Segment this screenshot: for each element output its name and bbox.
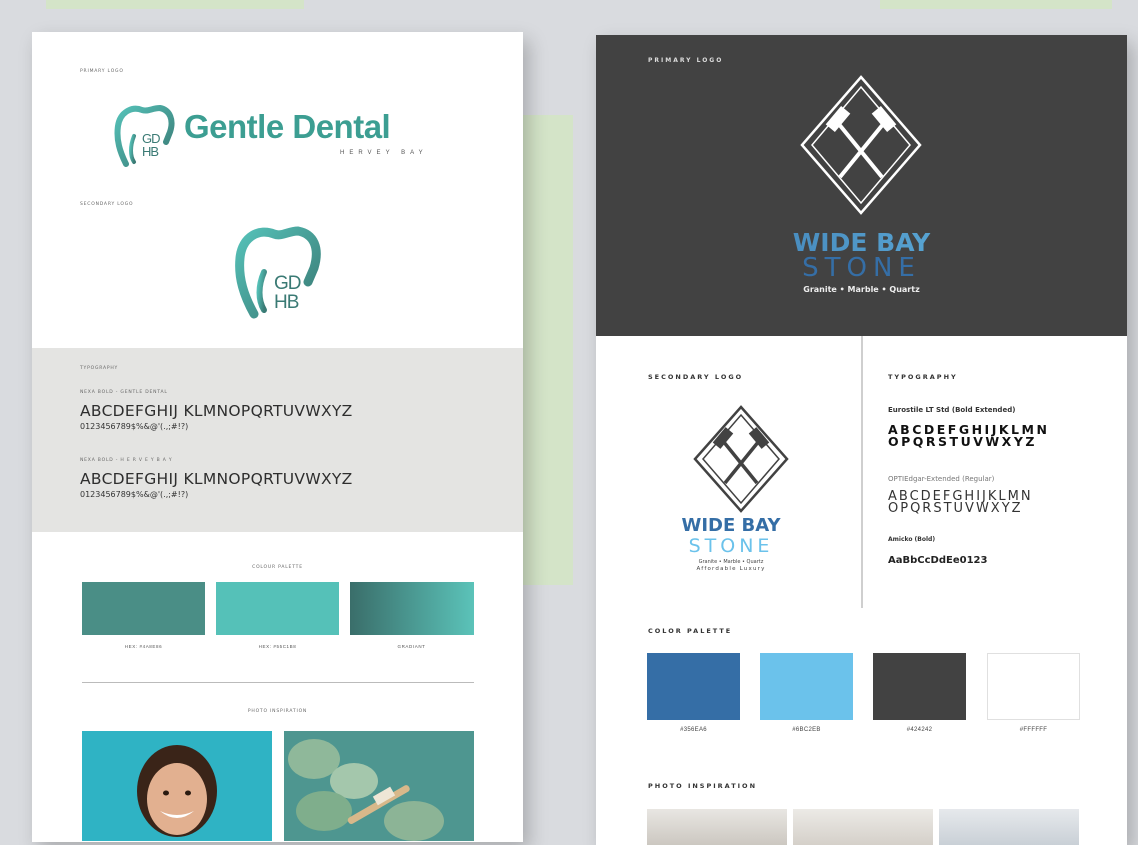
monogram: GD HB [142,132,160,158]
secondary-tagline1: Granite • Marble • Quartz [698,559,764,565]
secondary-brand-line2: STONE [688,535,774,557]
background-accent-right [880,0,1112,9]
primary-logo-hero: PRIMARY LOGO WIDE BAY STONE Granite • Ma… [596,35,1127,336]
photo-smiling-child [82,731,272,841]
child-portrait-image [137,745,217,837]
gentle-dental-brand-board: PRIMARY LOGO GD HB Gentle Dental HERVEY … [32,32,523,842]
primary-logo-label: PRIMARY LOGO [80,69,124,74]
swatch-label-4: #FFFFFF [1019,727,1048,733]
swatch-gradient [350,582,474,635]
font1-line2: OPQRSTUVWXYZ [888,434,1037,449]
photo-inspiration-label: PHOTO INSPIRATION [247,709,308,714]
wordmark: Gentle Dental [184,108,391,145]
colour-palette-label: COLOUR PALETTE [252,565,303,570]
primary-logo: GD HB Gentle Dental HERVEY BAY [112,102,452,172]
font1-alphabet: ABCDEFGHIJ KLMNOPQRTUVWXYZ [80,402,353,420]
swatch-white [987,653,1080,720]
font2-name: OPTIEdgar-Extended (Regular) [888,475,995,483]
photo-eucalyptus-toothbrush [284,731,474,841]
typography-label: TYPOGRAPHY [80,366,119,371]
swatch-label-1: HEX: #4A8E86 [124,644,163,649]
swatch-charcoal [873,653,966,720]
swatch-light-teal [216,582,339,635]
font1-name: Eurostile LT Std (Bold Extended) [888,406,1016,414]
font2-numerals: 0123456789$%&@'(.,;#!?) [80,490,189,499]
font1-numerals: 0123456789$%&@'(.,;#!?) [80,422,189,431]
swatch-blue [647,653,740,720]
photo-kitchen-1 [647,809,787,845]
secondary-monogram-bottom: HB [274,292,299,313]
swatch-light-blue [760,653,853,720]
typography-section: TYPOGRAPHY NEXA BOLD - Gentle Dental ABC… [32,348,523,532]
secondary-logo: GD HB [232,222,322,322]
photo-inspiration-label: PHOTO INSPIRATION [648,782,758,790]
divider [82,682,474,683]
color-palette-label: COLOR PALETTE [648,627,733,635]
swatch-label-1: #356EA6 [680,727,707,733]
swatch-label-3: GRADIANT [397,644,426,649]
wordmark-subtitle: HERVEY BAY [340,150,428,156]
typography-label: TYPOGRAPHY [888,373,958,381]
swatch-dark-teal [82,582,205,635]
monogram-bottom: HB [142,144,159,159]
secondary-brand-line1: WIDE BAY [681,515,781,536]
secondary-logo-label: SECONDARY LOGO [648,373,744,381]
section-divider [861,336,863,608]
primary-logo-label: PRIMARY LOGO [648,57,724,64]
swatch-label-2: HEX: #55C1B8 [258,644,297,649]
font2-name: NEXA BOLD - H E R V E Y B A Y [80,458,173,463]
brand-tagline: Granite • Marble • Quartz [803,285,920,294]
wide-bay-stone-brand-board: PRIMARY LOGO WIDE BAY STONE Granite • Ma… [596,35,1127,845]
diamond-hammers-secondary-icon [693,405,789,513]
background-accent-left [46,0,304,9]
swatch-label-3: #424242 [906,727,933,733]
secondary-tagline2: Affordable Luxury [696,566,766,572]
font3-sample: AaBbCcDdEe0123 [888,555,988,566]
font3-name: Amicko (Bold) [888,536,936,543]
photo-bathroom [939,809,1079,845]
background-accent-middle [523,115,573,585]
font2-line2: OPQRSTUVWXYZ [888,501,1023,516]
photo-kitchen-2 [793,809,933,845]
secondary-monogram-top: GD [274,273,301,294]
diamond-hammers-icon [800,75,922,215]
secondary-logo-label: SECONDARY LOGO [80,202,134,207]
font1-name: NEXA BOLD - Gentle Dental [80,390,168,395]
brand-name-line2: STONE [802,253,921,283]
swatch-label-2: #6BC2EB [792,727,821,733]
font2-alphabet: ABCDEFGHIJ KLMNOPQRTUVWXYZ [80,470,353,488]
secondary-monogram: GD HB [274,274,301,312]
eucalyptus-leaves-image [288,739,444,841]
